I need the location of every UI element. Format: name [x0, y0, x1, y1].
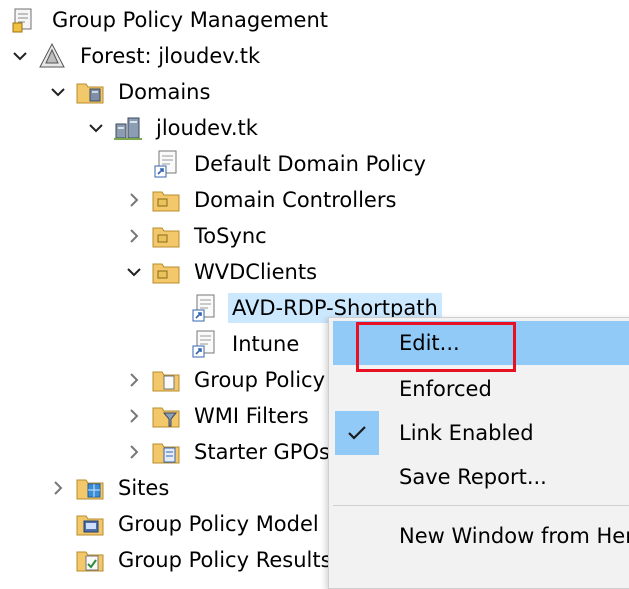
- menu-item-link-enabled[interactable]: Link Enabled: [329, 411, 629, 455]
- tree-node-wmi-filters[interactable]: WMI Filters: [124, 398, 313, 434]
- chevron-down-icon[interactable]: [10, 46, 30, 66]
- menu-item-new-window[interactable]: New Window from Her: [329, 514, 629, 558]
- tree-label: jloudev.tk: [156, 116, 258, 140]
- menu-item-label: Enforced: [399, 377, 492, 401]
- tree-label: WVDClients: [194, 260, 318, 284]
- starter-gpo-folder-icon: [152, 438, 180, 466]
- tree-label: WMI Filters: [194, 404, 309, 428]
- chevron-right-icon[interactable]: [124, 226, 144, 246]
- tree-label: Group Policy: [194, 368, 326, 392]
- sites-folder-icon: [76, 474, 104, 502]
- tree-label: Starter GPOs: [194, 440, 330, 464]
- tree-label: Default Domain Policy: [194, 152, 426, 176]
- tree-node-forest[interactable]: Forest: jloudev.tk: [10, 38, 264, 74]
- gpo-link-icon: [190, 330, 218, 358]
- menu-item-save-report[interactable]: Save Report...: [329, 455, 629, 499]
- chevron-down-icon[interactable]: [48, 82, 68, 102]
- ou-folder-icon: [152, 186, 180, 214]
- tree-node-gp-results[interactable]: Group Policy Results: [48, 542, 336, 578]
- tree-label: Group Policy Model: [118, 512, 319, 536]
- tree-node-group-policy-objects[interactable]: Group Policy: [124, 362, 329, 398]
- chevron-right-icon[interactable]: [124, 190, 144, 210]
- tree-label: Forest: jloudev.tk: [80, 44, 261, 68]
- tree-node-gp-modeling[interactable]: Group Policy Model: [48, 506, 323, 542]
- tree-node-default-domain-policy[interactable]: Default Domain Policy: [124, 146, 430, 182]
- checkmark-icon: [335, 411, 379, 455]
- gpo-folder-icon: [152, 366, 180, 394]
- gpo-link-icon: [190, 294, 218, 322]
- tree-node-intune[interactable]: Intune: [162, 326, 303, 362]
- tree-label: Group Policy Management: [52, 8, 329, 32]
- menu-separator: [333, 505, 629, 506]
- gp-modeling-icon: [76, 510, 104, 538]
- tree-node-sites[interactable]: Sites: [48, 470, 173, 506]
- domains-folder-icon: [76, 78, 104, 106]
- tree-label: Domain Controllers: [194, 188, 397, 212]
- tree-label: ToSync: [194, 224, 267, 248]
- menu-item-label: Link Enabled: [399, 421, 534, 445]
- tree-label: Intune: [232, 332, 300, 356]
- tree-node-domains[interactable]: Domains: [48, 74, 214, 110]
- domain-icon: [114, 114, 142, 142]
- tree-node-domain[interactable]: jloudev.tk: [86, 110, 262, 146]
- highlight-box: [356, 322, 516, 372]
- menu-item-label: Save Report...: [399, 465, 547, 489]
- gpo-link-icon: [152, 150, 180, 178]
- menu-item-label: New Window from Her: [399, 524, 629, 548]
- chevron-right-icon[interactable]: [124, 370, 144, 390]
- tree-node-domain-controllers[interactable]: Domain Controllers: [124, 182, 400, 218]
- ou-folder-icon: [152, 258, 180, 286]
- chevron-right-icon[interactable]: [48, 478, 68, 498]
- gpm-console-icon: [10, 6, 38, 34]
- ou-folder-icon: [152, 222, 180, 250]
- chevron-right-icon[interactable]: [124, 406, 144, 426]
- tree-node-starter-gpos[interactable]: Starter GPOs: [124, 434, 334, 470]
- gp-results-icon: [76, 546, 104, 574]
- tree-node-tosync[interactable]: ToSync: [124, 218, 271, 254]
- menu-item-enforced[interactable]: Enforced: [329, 367, 629, 411]
- chevron-down-icon[interactable]: [124, 262, 144, 282]
- tree-node-wvdclients[interactable]: WVDClients: [124, 254, 321, 290]
- tree-label: Group Policy Results: [118, 548, 332, 572]
- chevron-right-icon[interactable]: [124, 442, 144, 462]
- wmi-filter-folder-icon: [152, 402, 180, 430]
- forest-icon: [38, 42, 66, 70]
- tree-node-root[interactable]: Group Policy Management: [10, 2, 332, 38]
- tree-label: Sites: [118, 476, 170, 500]
- tree-label: Domains: [118, 80, 211, 104]
- chevron-down-icon[interactable]: [86, 118, 106, 138]
